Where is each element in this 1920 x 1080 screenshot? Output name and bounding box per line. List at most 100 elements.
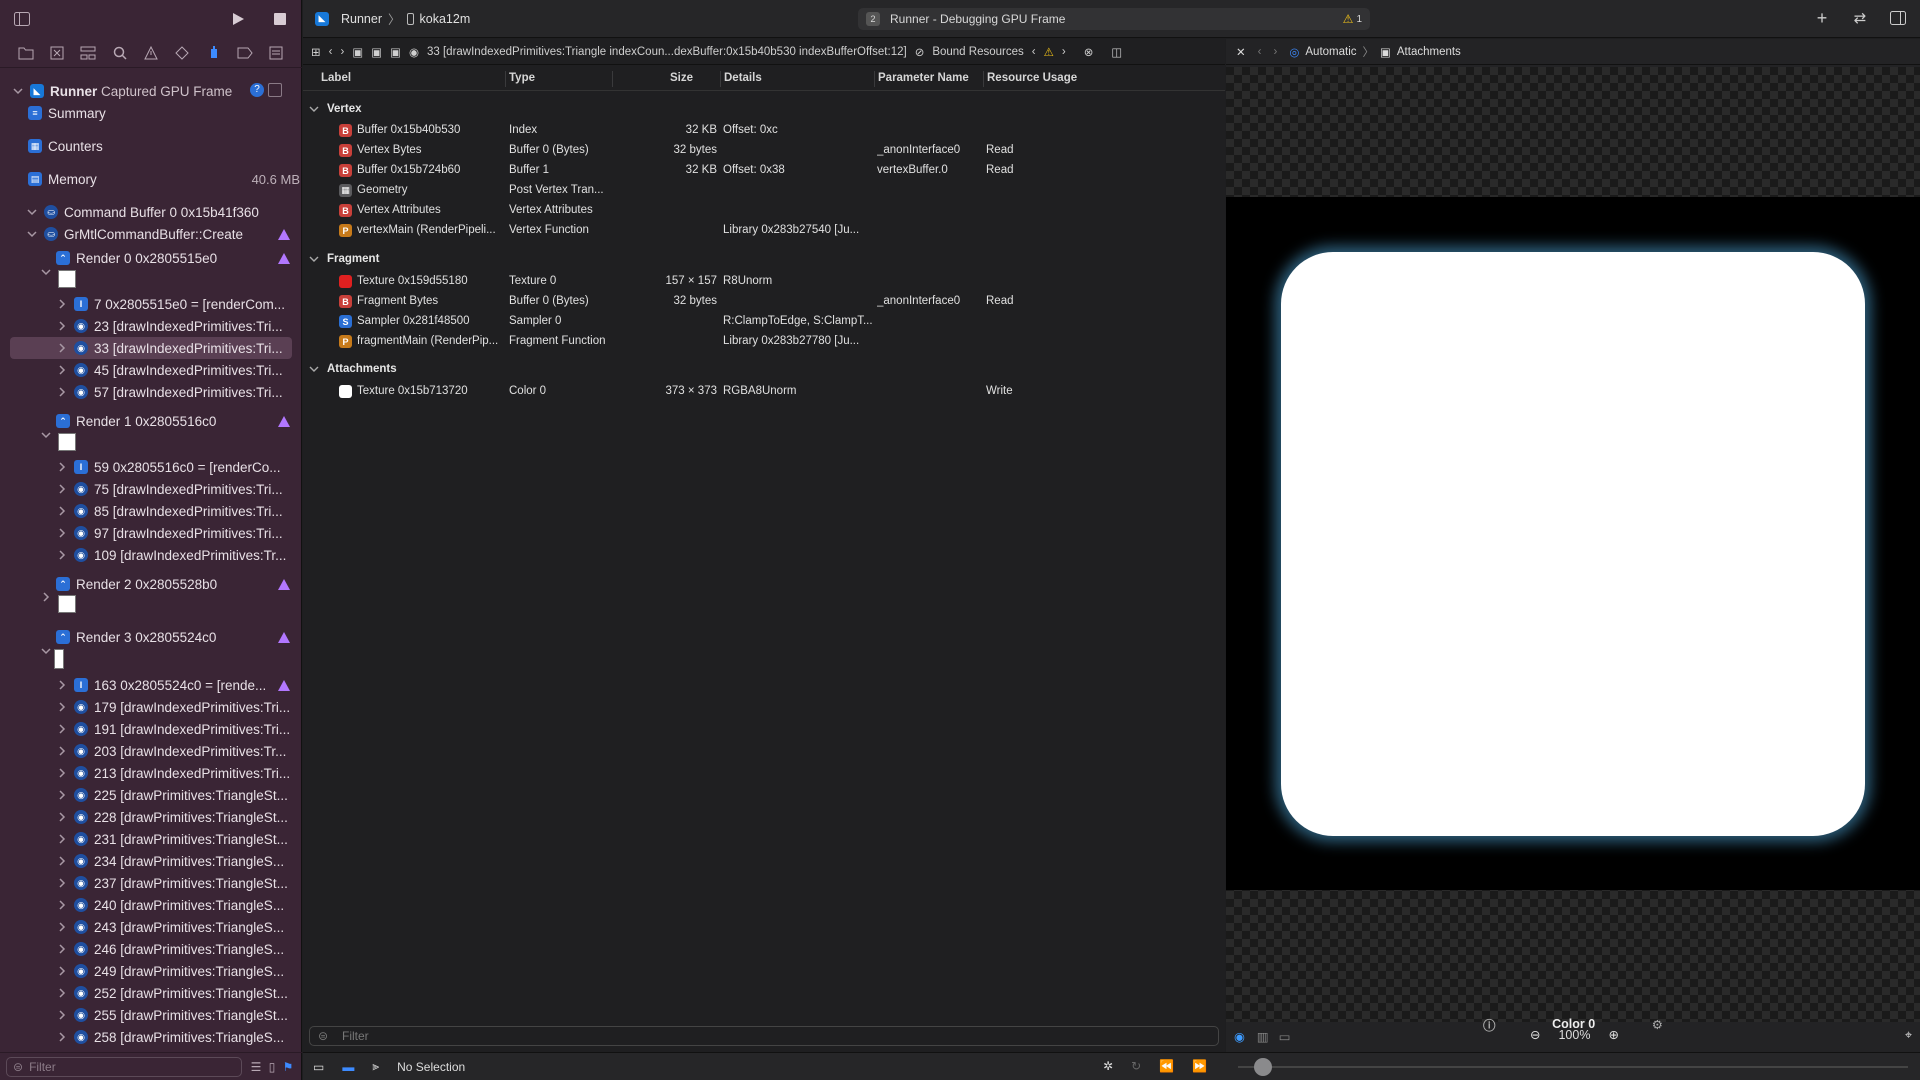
tree-item[interactable]: I 7 0x2805515e0 = [renderCom... (56, 293, 285, 315)
column-type[interactable]: Type (509, 72, 535, 84)
chevron-right-icon[interactable] (56, 965, 68, 977)
source-control-icon[interactable] (49, 45, 65, 61)
tree-item[interactable]: ◉ 252 [drawPrimitives:TriangleSt... (56, 982, 288, 1004)
tree-item[interactable]: ◉ 243 [drawPrimitives:TriangleS... (56, 916, 284, 938)
forward-icon[interactable]: › (1273, 46, 1277, 58)
capture-icon[interactable] (268, 83, 282, 97)
tree-root-runner[interactable]: ◣ Runner Captured GPU Frame (12, 80, 232, 102)
tree-item[interactable]: ◉ 234 [drawPrimitives:TriangleS... (56, 850, 284, 872)
encoder-crumb-icon[interactable]: ▣ (371, 45, 382, 59)
reload-icon[interactable]: ↻ (1131, 1059, 1141, 1073)
search-icon[interactable] (112, 45, 128, 61)
tree-item[interactable]: ◉ 240 [drawPrimitives:TriangleS... (56, 894, 284, 916)
table-row[interactable]: B Buffer 0x15b724b60 Buffer 1 32 KB Offs… (303, 161, 1225, 181)
debug-spray-icon[interactable] (206, 45, 222, 61)
tree-render-1[interactable]: ⌃ Render 1 0x2805516c0 (56, 410, 298, 432)
warning-icon[interactable]: ⚠ (1343, 12, 1354, 26)
tag-icon[interactable] (237, 45, 253, 61)
table-row[interactable]: Texture 0x15b713720 Color 0 373 × 373 RG… (303, 382, 1225, 402)
chevron-right-icon[interactable] (56, 767, 68, 779)
column-resource-usage[interactable]: Resource Usage (987, 72, 1077, 84)
console-toggle-icon[interactable]: ▭ (313, 1060, 324, 1074)
bound-resources-label[interactable]: Bound Resources (932, 46, 1023, 58)
zoom-out-icon[interactable]: ⊖ (1530, 1027, 1540, 1042)
render-thumbnail[interactable] (54, 649, 64, 669)
render-thumbnail[interactable] (58, 595, 76, 613)
jump-bar-path[interactable]: 33 [drawIndexedPrimitives:Triangle index… (427, 46, 907, 58)
chevron-right-icon[interactable] (56, 461, 68, 473)
render-crumb-icon[interactable]: ▣ (390, 45, 401, 59)
tree-item[interactable]: ◉ 57 [drawIndexedPrimitives:Tri... (56, 381, 283, 403)
tree-item[interactable]: ◉ 203 [drawIndexedPrimitives:Tr... (56, 740, 286, 762)
tree-item[interactable]: I 59 0x2805516c0 = [renderCo... (56, 456, 281, 478)
step-back-icon[interactable]: ⏪ (1159, 1059, 1174, 1073)
split-editor-icon[interactable]: ◫ (1111, 45, 1122, 59)
diamond-icon[interactable] (174, 45, 190, 61)
tree-item[interactable]: ◉ 258 [drawPrimitives:TriangleS... (56, 1026, 284, 1048)
grid-icon[interactable]: ⊞ (311, 45, 321, 59)
close-icon[interactable]: ✕ (1236, 45, 1246, 59)
chevron-right-icon[interactable] (56, 899, 68, 911)
chevron-right-icon[interactable] (56, 745, 68, 757)
chevron-right-icon[interactable] (56, 811, 68, 823)
chevron-down-icon[interactable] (12, 85, 24, 97)
stop-icon[interactable] (272, 11, 288, 27)
zoom-in-icon[interactable]: ⊕ (1608, 1027, 1618, 1042)
target-icon[interactable]: ⌖ (1905, 1028, 1912, 1043)
chevron-right-icon[interactable] (56, 527, 68, 539)
chevron-right-icon[interactable] (56, 1009, 68, 1021)
tree-item[interactable]: ◉ 85 [drawIndexedPrimitives:Tri... (56, 500, 283, 522)
tree-item[interactable]: ◉ 246 [drawPrimitives:TriangleS... (56, 938, 284, 960)
tree-summary[interactable]: ≡ Summary (28, 102, 106, 124)
tree-render-2[interactable]: ⌃ Render 2 0x2805528b0 (56, 573, 298, 595)
column-details[interactable]: Details (724, 72, 762, 84)
back-icon[interactable]: ‹ (329, 46, 333, 58)
chevron-right-icon[interactable] (56, 943, 68, 955)
play-icon[interactable] (230, 11, 246, 27)
command-buffer-crumb-icon[interactable]: ▣ (352, 45, 363, 59)
chevron-down-icon[interactable] (40, 645, 52, 657)
step-forward-icon[interactable]: ⏩ (1192, 1059, 1207, 1073)
table-row[interactable]: B Vertex Attributes Vertex Attributes (303, 201, 1225, 221)
chevron-right-icon[interactable] (56, 505, 68, 517)
hierarchy-filter-icon[interactable]: ☰ (248, 1059, 264, 1075)
chevron-right-icon[interactable] (56, 833, 68, 845)
tree-item[interactable]: ◉ 213 [drawIndexedPrimitives:Tri... (56, 762, 290, 784)
tree-item[interactable]: ◉ 179 [drawIndexedPrimitives:Tri... (56, 696, 290, 718)
table-row[interactable]: P vertexMain (RenderPipeli... Vertex Fun… (303, 221, 1225, 241)
chevron-right-icon[interactable] (56, 549, 68, 561)
table-row[interactable]: ▦ Geometry Post Vertex Tran... (303, 181, 1225, 201)
tree-item[interactable]: ◉ 255 [drawPrimitives:TriangleSt... (56, 1004, 288, 1026)
tree-item[interactable]: ◉ 191 [drawIndexedPrimitives:Tri... (56, 718, 290, 740)
chevron-right-icon[interactable] (56, 987, 68, 999)
table-row[interactable]: P fragmentMain (RenderPip... Fragment Fu… (303, 332, 1225, 352)
chevron-down-icon[interactable] (40, 429, 52, 441)
table-row[interactable]: B Vertex Bytes Buffer 0 (Bytes) 32 bytes… (303, 141, 1225, 161)
activity-viewer[interactable]: 2 Runner - Debugging GPU Frame ⚠ 1 (858, 8, 1370, 30)
next-issue-icon[interactable]: › (1062, 46, 1066, 58)
add-icon[interactable]: + (1814, 8, 1830, 28)
warning-icon[interactable]: ⚠ (1044, 45, 1054, 59)
folder-icon[interactable] (18, 45, 34, 61)
flag-filter-icon[interactable]: ⚑ (280, 1059, 296, 1075)
group-filter-icon[interactable]: ▯ (264, 1059, 280, 1075)
chevron-right-icon[interactable] (56, 298, 68, 310)
chevron-right-icon[interactable] (56, 386, 68, 398)
chevron-down-icon[interactable] (26, 228, 38, 240)
chevron-right-icon[interactable] (56, 320, 68, 332)
tree-item[interactable]: ◉ 97 [drawIndexedPrimitives:Tri... (56, 522, 283, 544)
chevron-right-icon[interactable] (40, 591, 52, 603)
render-thumbnail[interactable] (58, 270, 76, 288)
tree-item[interactable]: ◉ 237 [drawPrimitives:TriangleSt... (56, 872, 288, 894)
step-icon[interactable]: ⫸ (372, 1059, 379, 1074)
draw-crumb-icon[interactable]: ◉ (409, 45, 419, 59)
chevron-right-icon[interactable] (56, 701, 68, 713)
section-vertex[interactable]: Vertex (303, 99, 362, 119)
tree-item[interactable]: ◉ 45 [drawIndexedPrimitives:Tri... (56, 359, 283, 381)
tree-counters[interactable]: ▦ Counters (28, 135, 103, 157)
chevron-down-icon[interactable] (309, 254, 319, 264)
chevron-right-icon[interactable] (56, 877, 68, 889)
render-thumbnail[interactable] (58, 433, 76, 451)
table-row[interactable]: S Sampler 0x281f48500 Sampler 0 R:ClampT… (303, 312, 1225, 332)
sidebar-toggle-icon[interactable] (14, 11, 30, 27)
